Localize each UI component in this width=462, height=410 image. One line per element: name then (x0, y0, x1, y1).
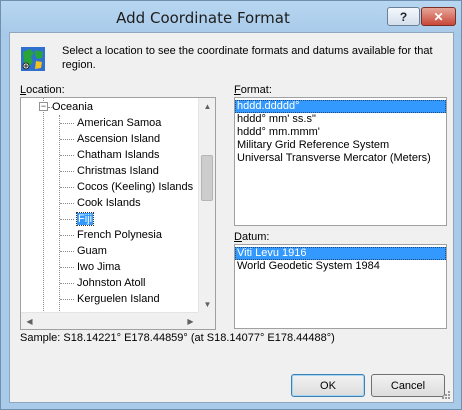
tree-guide-line (60, 171, 74, 172)
tree-node-location[interactable]: Cocos (Keeling) Islands (77, 179, 193, 195)
datum-list-item[interactable]: Viti Levu 1916 (235, 247, 446, 260)
intro-text: Select a location to see the coordinate … (62, 45, 433, 71)
scroll-right-icon[interactable]: ▶ (182, 313, 199, 329)
tree-node-location[interactable]: Iwo Jima (77, 259, 120, 275)
tree-node-label: Chatham Islands (77, 149, 160, 161)
tree-guide-line (60, 219, 74, 220)
tree-node-location[interactable]: Kerguelen Island (77, 291, 160, 307)
location-label: Location: (20, 84, 65, 96)
tree-node-label: Cocos (Keeling) Islands (77, 181, 194, 193)
tree-node-label: Guam (77, 245, 107, 257)
tree-guide-line (60, 235, 74, 236)
resize-grip-icon[interactable] (441, 390, 451, 400)
format-list-items: hddd.ddddd° hddd° mm' ss.s" hddd° mm.mmm' M… (235, 98, 446, 165)
tree-node-label: Iwo Jima (77, 261, 121, 273)
tree-guide-line (60, 187, 74, 188)
dialog-client-area: Select a location to see the coordinate … (9, 32, 454, 403)
tree-node-label: Christmas Island (77, 165, 159, 177)
tree-vertical-scrollbar[interactable]: ▲ ▼ (198, 98, 215, 313)
globe-icon (21, 47, 45, 71)
sample-text: Sample: S18.14221° E178.44859° (at S18.1… (20, 332, 335, 344)
datum-list-item[interactable]: World Geodetic System 1984 (235, 260, 446, 273)
format-list-item[interactable]: Universal Transverse Mercator (Meters) (235, 152, 446, 165)
tree-node-location[interactable]: Ascension Island (77, 131, 160, 147)
tree-guide-line (60, 203, 74, 204)
dialog-window: Add Coordinate Format ? ✕ Select a locat… (0, 0, 462, 410)
datum-label: Datum: (234, 231, 270, 243)
format-list-item[interactable]: hddd° mm' ss.s" (235, 113, 446, 126)
dialog-title: Add Coordinate Format (116, 9, 290, 27)
tree-guide-line (60, 299, 74, 300)
tree-node-label: Johnston Atoll (77, 277, 146, 289)
tree-guide-line (60, 123, 74, 124)
tree-node-location[interactable]: Christmas Island (77, 163, 159, 179)
tree-node-oceania[interactable]: Oceania (52, 99, 93, 115)
tree-guide-line (60, 155, 74, 156)
format-list-item[interactable]: Military Grid Reference System (235, 139, 446, 152)
location-tree-items: − Oceania American Samoa Ascension Island… (21, 98, 199, 313)
tree-node-location[interactable]: Guam (77, 243, 107, 259)
format-list[interactable]: hddd.ddddd° hddd° mm' ss.s" hddd° mm.mmm' M… (234, 97, 447, 226)
tree-node-label: Kerguelen Island (77, 293, 160, 305)
cancel-button[interactable]: Cancel (371, 374, 445, 397)
format-label: Format: (234, 84, 272, 96)
datum-list-items: Viti Levu 1916 World Geodetic System 1984 (235, 245, 446, 273)
tree-node-location[interactable]: French Polynesia (77, 227, 162, 243)
tree-node-label: American Samoa (77, 117, 162, 129)
tree-guide-line (60, 283, 74, 284)
location-tree[interactable]: − Oceania American Samoa Ascension Island… (20, 97, 216, 330)
datum-list[interactable]: Viti Levu 1916 World Geodetic System 1984 (234, 244, 447, 329)
tree-node-location[interactable]: Cook Islands (77, 195, 141, 211)
tree-guide-line (60, 267, 74, 268)
tree-node-label: French Polynesia (77, 229, 162, 241)
format-list-item[interactable]: hddd° mm.mmm' (235, 126, 446, 139)
tree-node-label: Ascension Island (77, 133, 161, 145)
format-list-item[interactable]: hddd.ddddd° (235, 100, 446, 113)
tree-node-location[interactable]: Fiji (75, 211, 95, 227)
scroll-down-icon[interactable]: ▼ (199, 296, 215, 313)
help-button[interactable]: ? (387, 7, 420, 26)
scroll-left-icon[interactable]: ◀ (21, 313, 38, 329)
scroll-corner (198, 312, 215, 329)
scroll-up-icon[interactable]: ▲ (199, 98, 215, 115)
tree-guide-line (60, 251, 74, 252)
collapse-icon[interactable]: − (39, 102, 48, 111)
close-button[interactable]: ✕ (421, 7, 456, 26)
tree-node-location[interactable]: American Samoa (77, 115, 161, 131)
tree-node-label: Cook Islands (77, 197, 141, 209)
tree-horizontal-scrollbar[interactable]: ◀ ▶ (21, 312, 199, 329)
tree-node-location[interactable]: Johnston Atoll (77, 275, 146, 291)
tree-node-label: Fiji (75, 212, 95, 226)
tree-guide-line (43, 112, 44, 313)
tree-guide-line (60, 139, 74, 140)
tree-node-location[interactable]: Chatham Islands (77, 147, 160, 163)
scroll-thumb[interactable] (201, 155, 213, 201)
ok-button[interactable]: OK (291, 374, 365, 397)
